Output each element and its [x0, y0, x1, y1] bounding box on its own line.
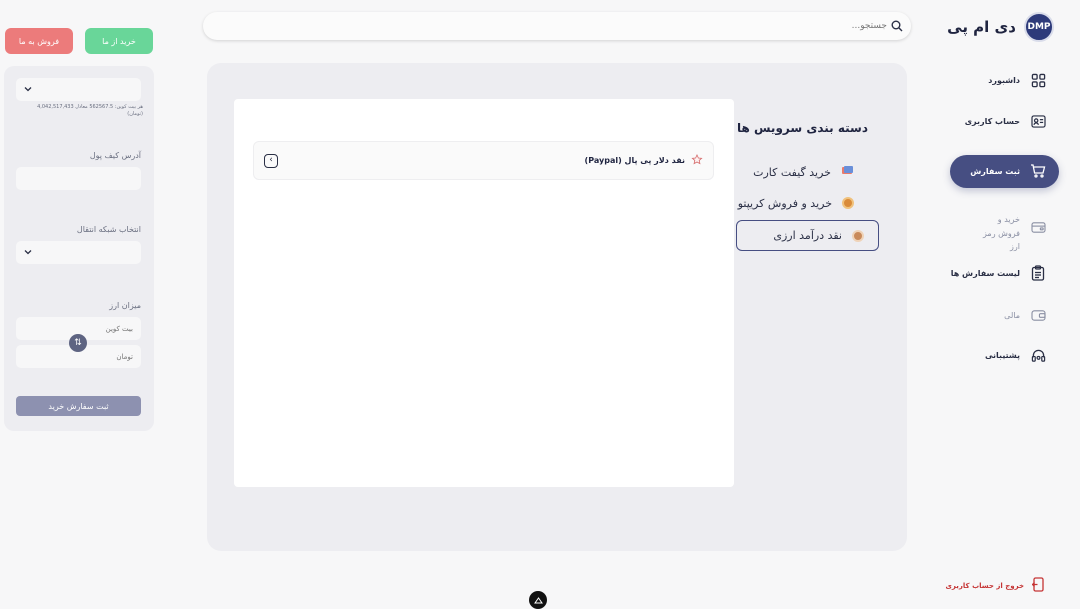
- gift-card-icon: [841, 165, 854, 179]
- category-label: نقد درآمد ارزی: [773, 229, 842, 242]
- id-card-icon: [1030, 113, 1046, 129]
- currency-select[interactable]: [16, 78, 141, 101]
- sidebar-item-label: حساب کاربری: [964, 116, 1020, 126]
- logout-button[interactable]: خروج از حساب کاربری: [946, 577, 1045, 594]
- brand-name: دی ام پی: [947, 18, 1016, 36]
- categories-title: دسته بندی سرویس ها: [736, 121, 868, 135]
- sidebar-item-label: پشتیبانی: [984, 350, 1020, 360]
- category-gift-card[interactable]: خرید گیفت کارت: [733, 160, 868, 184]
- swap-icon[interactable]: ⇅: [69, 334, 87, 352]
- sidebar-item-dashboard[interactable]: داشبورد: [988, 72, 1046, 88]
- wallet-icon: [1030, 307, 1046, 323]
- toman-amount-input[interactable]: [24, 352, 133, 361]
- category-label: خرید و فروش کریپتو: [737, 196, 832, 210]
- crypto-amount-input[interactable]: [24, 324, 133, 333]
- category-currency-income[interactable]: نقد درآمد ارزی: [736, 220, 879, 251]
- chevron-down-icon: [24, 249, 32, 257]
- wallet-address-label: آدرس کیف پول: [89, 151, 141, 160]
- floating-logo-icon[interactable]: [529, 591, 547, 609]
- sidebar-item-label: مالی: [1004, 310, 1020, 320]
- search-icon[interactable]: [891, 17, 903, 36]
- logout-icon: [1031, 577, 1044, 594]
- network-label: انتخاب شبکه انتقال: [76, 225, 141, 234]
- grid-icon: [1030, 72, 1046, 88]
- rate-note: هر بیت کوین: 562567.5 معادل 4,042,517,43…: [37, 104, 143, 117]
- wallet-address-field[interactable]: [16, 167, 141, 190]
- service-label: نقد دلار پی پال (Paypal): [584, 156, 685, 165]
- category-label: خرید گیفت کارت: [753, 165, 831, 179]
- logout-label: خروج از حساب کاربری: [945, 581, 1025, 590]
- cart-icon: [1030, 163, 1046, 180]
- coin-icon: [852, 229, 864, 242]
- service-label-wrap: نقد دلار پی پال (Paypal): [584, 153, 703, 168]
- sidebar-item-label: داشبورد: [988, 75, 1020, 85]
- sidebar-item-finance[interactable]: مالی: [1004, 307, 1046, 323]
- sidebar-item-new-order[interactable]: ثبت سفارش: [950, 155, 1059, 188]
- wallet-card-icon: [1030, 219, 1046, 235]
- crypto-coin-icon: [842, 197, 854, 209]
- buy-from-us-button[interactable]: خرید از ما: [85, 28, 153, 54]
- sidebar-item-orders[interactable]: لیست سفارش ها: [951, 265, 1046, 281]
- sidebar-item-label: لیست سفارش ها: [950, 268, 1020, 278]
- search-input[interactable]: [687, 21, 887, 31]
- logo-emblem-icon: DMP: [1024, 12, 1054, 42]
- sell-to-us-button[interactable]: فروش به ما: [5, 28, 73, 54]
- wallet-address-input[interactable]: [24, 174, 133, 183]
- sidebar-item-account[interactable]: حساب کاربری: [965, 113, 1046, 129]
- chevron-down-icon: [24, 86, 32, 94]
- sidebar-item-crypto-trade[interactable]: خرید و فروش رمز ارز: [976, 213, 1046, 254]
- chevron-left-icon[interactable]: ‹: [264, 153, 278, 168]
- star-icon: [691, 153, 703, 168]
- submit-order-button[interactable]: ثبت سفارش خرید: [16, 396, 141, 416]
- network-select[interactable]: [16, 241, 141, 264]
- category-crypto-trade[interactable]: خرید و فروش کریپتو: [733, 191, 868, 215]
- brand-logo[interactable]: DMP دی ام پی: [947, 12, 1054, 42]
- amount-label: میزان ارز: [109, 301, 141, 310]
- service-item-paypal[interactable]: ‹ نقد دلار پی پال (Paypal): [253, 141, 714, 180]
- sidebar-item-support[interactable]: پشتیبانی: [985, 347, 1046, 363]
- sidebar-item-label: خرید و فروش رمز ارز: [983, 215, 1020, 252]
- clipboard-icon: [1030, 265, 1046, 281]
- headset-icon: [1030, 347, 1046, 363]
- search-bar[interactable]: [203, 12, 911, 40]
- sidebar-item-label: ثبت سفارش: [970, 167, 1020, 176]
